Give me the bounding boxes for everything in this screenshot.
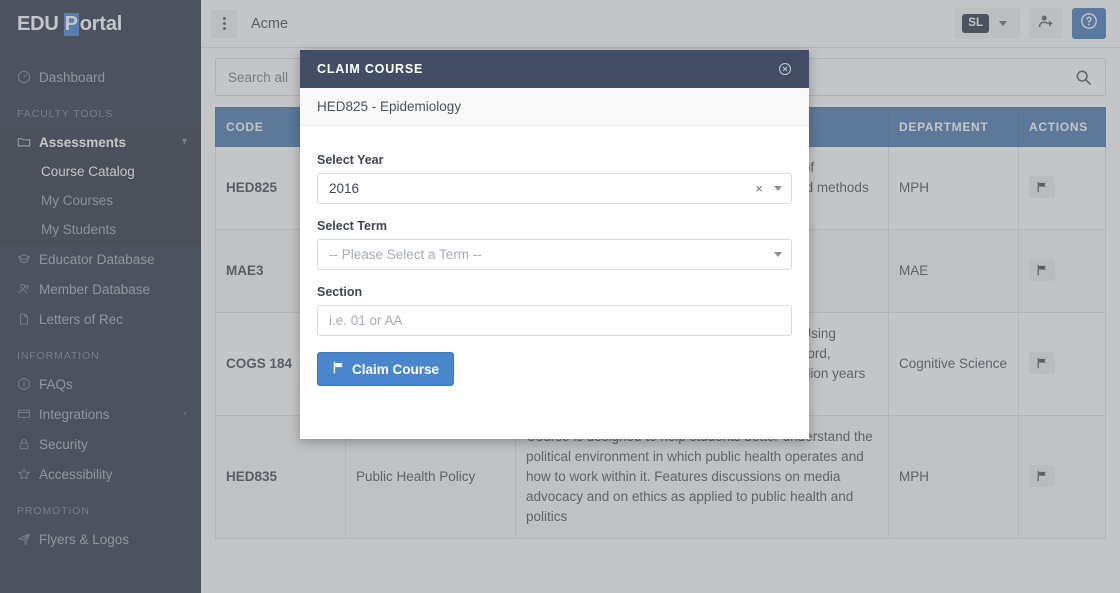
chevron-down-icon (774, 252, 782, 257)
modal-header: CLAIM COURSE (300, 50, 809, 88)
claim-course-button-label: Claim Course (352, 361, 440, 377)
modal-body: Select Year 2016 × Select Term -- Please… (300, 126, 809, 386)
claim-course-button[interactable]: Claim Course (317, 352, 455, 386)
select-term-placeholder: -- Please Select a Term -- (329, 247, 482, 262)
section-input[interactable]: i.e. 01 or AA (317, 305, 792, 336)
close-circle-icon[interactable] (778, 62, 792, 76)
app-root: EDU Portal Dashboard FACULTY TOOLS Assess… (0, 0, 1120, 593)
modal-title: CLAIM COURSE (317, 62, 424, 76)
select-year-label: Select Year (317, 153, 384, 167)
flag-icon (332, 361, 345, 377)
chevron-down-icon (774, 186, 782, 191)
claim-course-modal: CLAIM COURSE HED825 - Epidemiology Selec… (300, 50, 809, 439)
section-placeholder: i.e. 01 or AA (329, 313, 403, 328)
select-year-value: 2016 (329, 181, 360, 196)
section-label: Section (317, 285, 363, 299)
select-term-label: Select Term (317, 219, 387, 233)
select-year-dropdown[interactable]: 2016 × (317, 173, 792, 204)
select-term-dropdown[interactable]: -- Please Select a Term -- (317, 239, 792, 270)
modal-course-title: HED825 - Epidemiology (300, 88, 809, 126)
clear-icon[interactable]: × (755, 182, 763, 195)
